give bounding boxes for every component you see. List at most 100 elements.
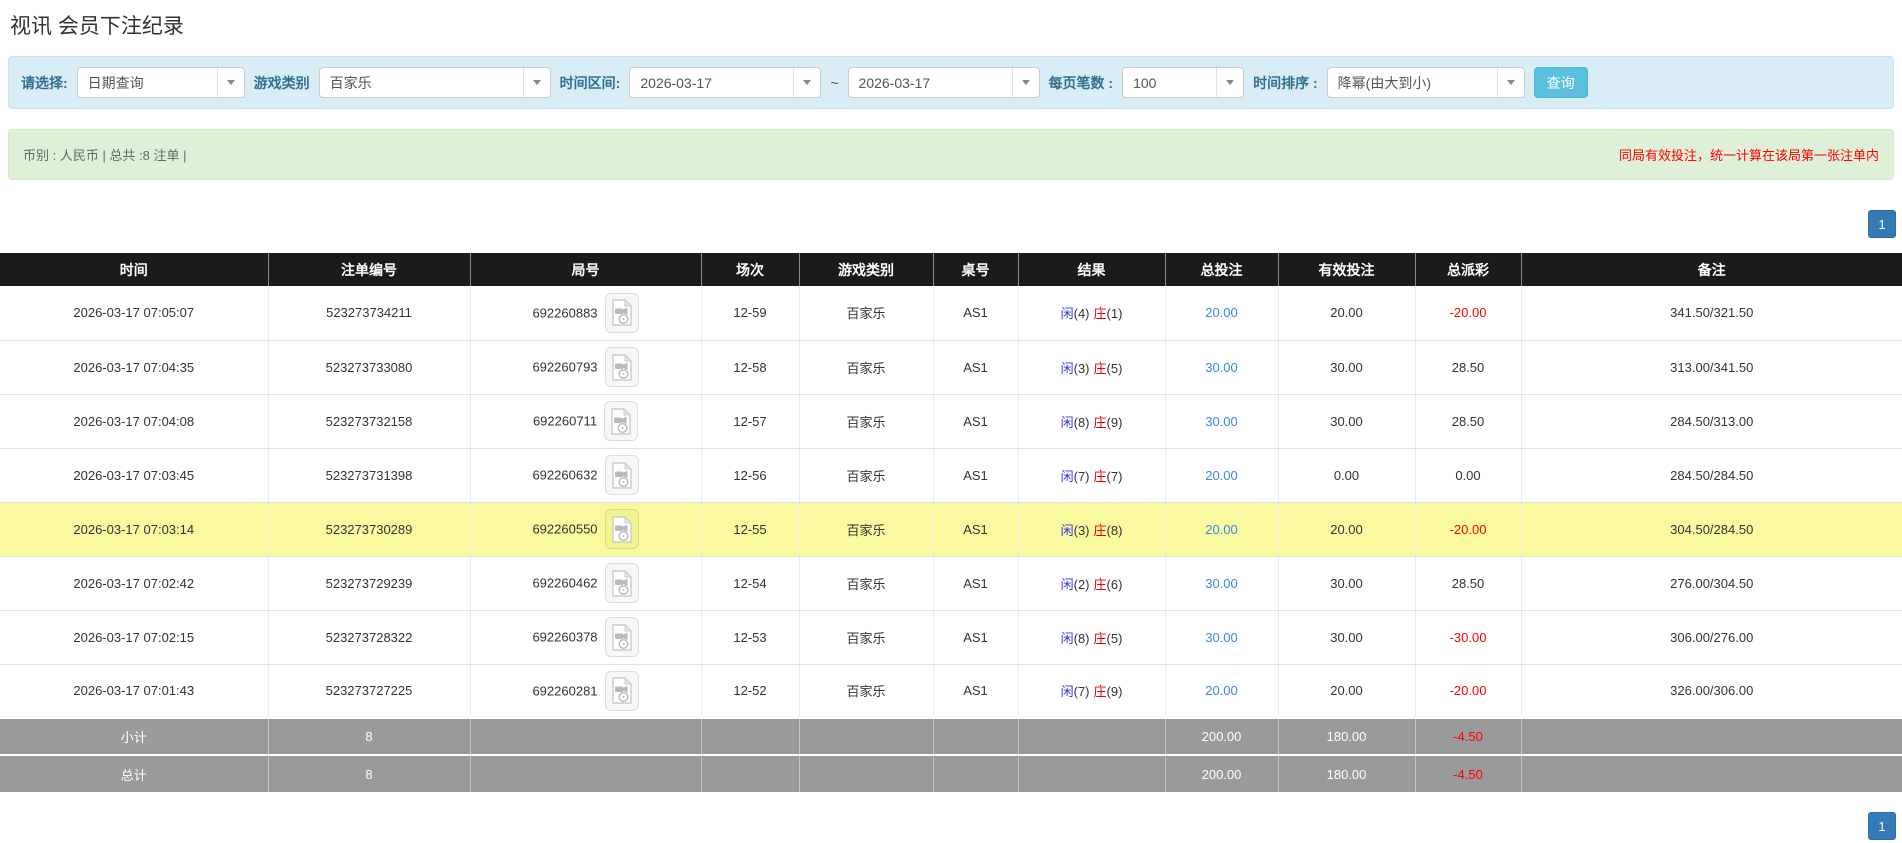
cell-total-bet[interactable]: 20.00 — [1165, 286, 1279, 341]
player-result-label: 闲 — [1060, 468, 1074, 484]
player-result-value: (3) — [1073, 360, 1090, 376]
video-file-icon — [611, 461, 632, 489]
chevron-down-icon — [793, 68, 820, 97]
cell-time: 2026-03-17 07:02:42 — [0, 556, 269, 611]
cell-total-bet[interactable]: 30.00 — [1165, 340, 1279, 395]
cell-round: 692260793 — [470, 340, 702, 395]
header-result: 结果 — [1018, 253, 1166, 286]
video-replay-button[interactable] — [604, 401, 639, 441]
cell-valid-bet: 30.00 — [1278, 556, 1416, 611]
cell-game-type: 百家乐 — [799, 340, 934, 395]
table-row: 2026-03-17 07:03:14 523273730289 6922605… — [0, 502, 1902, 557]
table-row: 2026-03-17 07:01:43 523273727225 6922602… — [0, 664, 1902, 719]
total-row: 总计 8 200.00 180.00 -4.50 — [0, 754, 1902, 792]
cell-session: 12-58 — [701, 340, 800, 395]
banker-result-value: (8) — [1106, 522, 1123, 538]
cell-time: 2026-03-17 07:01:43 — [0, 664, 269, 719]
query-type-value: 日期查询 — [87, 74, 144, 91]
header-round: 局号 — [470, 253, 702, 286]
summary-bar: 币别 : 人民币 | 总共 :8 注单 | 同局有效投注，统一计算在该局第一张注… — [8, 129, 1894, 180]
chevron-down-icon — [522, 68, 550, 97]
banker-result-label: 庄 — [1093, 360, 1107, 376]
tilde-separator: ~ — [830, 74, 839, 91]
round-number: 692260793 — [532, 359, 598, 375]
date-from-select[interactable]: 2026-03-17 — [629, 67, 822, 98]
video-replay-button[interactable] — [604, 509, 639, 549]
table-row: 2026-03-17 07:02:15 523273728322 6922603… — [0, 610, 1902, 665]
video-replay-button[interactable] — [604, 347, 639, 387]
video-file-icon — [611, 677, 632, 704]
time-range-label: 时间区间: — [559, 74, 621, 91]
sort-order-select[interactable]: 降幂(由大到小) — [1326, 67, 1525, 98]
cell-bet-id: 523273730289 — [268, 502, 471, 557]
banker-result-label: 庄 — [1093, 414, 1107, 430]
cell-time: 2026-03-17 07:03:14 — [0, 502, 269, 557]
banker-result-value: (5) — [1106, 360, 1123, 376]
cell-total-bet[interactable]: 30.00 — [1165, 610, 1279, 665]
cell-remark: 304.50/284.50 — [1521, 502, 1902, 557]
cell-table-no: AS1 — [933, 664, 1019, 719]
cell-total-bet[interactable]: 20.00 — [1165, 448, 1279, 503]
cell-session: 12-53 — [701, 610, 800, 665]
round-number: 692260550 — [532, 521, 598, 537]
date-from-value: 2026-03-17 — [640, 74, 712, 91]
video-replay-button[interactable] — [604, 292, 639, 333]
video-file-icon — [611, 407, 632, 435]
total-valid-bet: 180.00 — [1278, 754, 1416, 792]
banker-result-label: 庄 — [1093, 468, 1107, 484]
video-replay-button[interactable] — [604, 563, 639, 603]
cell-round: 692260632 — [470, 448, 702, 503]
cell-time: 2026-03-17 07:04:35 — [0, 340, 269, 395]
page-size-label: 每页笔数 : — [1048, 74, 1114, 91]
player-result-label: 闲 — [1060, 522, 1074, 538]
cell-table-no: AS1 — [933, 556, 1019, 611]
header-table-no: 桌号 — [933, 253, 1019, 286]
valid-bet-notice: 同局有效投注，统一计算在该局第一张注单内 — [1618, 148, 1879, 163]
subtotal-row: 小计 8 200.00 180.00 -4.50 — [0, 717, 1902, 755]
total-total-bet: 200.00 — [1165, 754, 1279, 792]
banker-result-value: (7) — [1106, 468, 1123, 484]
video-file-icon — [611, 299, 632, 326]
video-replay-button[interactable] — [604, 455, 639, 495]
query-type-select[interactable]: 日期查询 — [76, 67, 245, 98]
cell-payout: 28.50 — [1415, 394, 1522, 449]
header-time: 时间 — [0, 253, 269, 286]
cell-total-bet[interactable]: 20.00 — [1165, 502, 1279, 557]
cell-valid-bet: 20.00 — [1278, 286, 1416, 341]
cell-result: 闲(8) 庄(9) — [1018, 394, 1166, 449]
search-button[interactable]: 查询 — [1533, 67, 1588, 98]
chevron-down-icon — [1496, 68, 1524, 97]
cell-remark: 284.50/313.00 — [1521, 394, 1902, 449]
game-type-select[interactable]: 百家乐 — [318, 67, 551, 98]
cell-session: 12-54 — [701, 556, 800, 611]
page-size-select[interactable]: 100 — [1122, 67, 1245, 98]
video-file-icon — [611, 515, 632, 543]
cell-total-bet[interactable]: 30.00 — [1165, 394, 1279, 449]
subtotal-total-bet: 200.00 — [1165, 717, 1279, 755]
date-to-select[interactable]: 2026-03-17 — [847, 67, 1040, 98]
cell-valid-bet: 30.00 — [1278, 340, 1416, 395]
cell-game-type: 百家乐 — [799, 502, 934, 557]
cell-remark: 306.00/276.00 — [1521, 610, 1902, 665]
cell-total-bet[interactable]: 30.00 — [1165, 556, 1279, 611]
chevron-down-icon — [1216, 68, 1243, 97]
player-result-label: 闲 — [1060, 306, 1074, 322]
cell-time: 2026-03-17 07:04:08 — [0, 394, 269, 449]
chevron-down-icon — [1011, 68, 1039, 97]
cell-time: 2026-03-17 07:05:07 — [0, 286, 269, 341]
total-label: 总计 — [0, 754, 269, 792]
header-remark: 备注 — [1521, 253, 1902, 286]
cell-bet-id: 523273728322 — [268, 610, 471, 665]
banker-result-value: (1) — [1106, 306, 1123, 322]
page-1-button[interactable]: 1 — [1868, 210, 1896, 238]
banker-result-value: (9) — [1106, 684, 1123, 700]
page-title: 视讯 会员下注纪录 — [10, 15, 184, 38]
cell-round: 692260378 — [470, 610, 702, 665]
video-replay-button[interactable] — [604, 670, 639, 711]
cell-remark: 276.00/304.50 — [1521, 556, 1902, 611]
cell-total-bet[interactable]: 20.00 — [1165, 664, 1279, 719]
cell-table-no: AS1 — [933, 394, 1019, 449]
video-replay-button[interactable] — [604, 617, 639, 657]
page-1-button[interactable]: 1 — [1868, 812, 1896, 840]
cell-round: 692260711 — [470, 394, 702, 449]
